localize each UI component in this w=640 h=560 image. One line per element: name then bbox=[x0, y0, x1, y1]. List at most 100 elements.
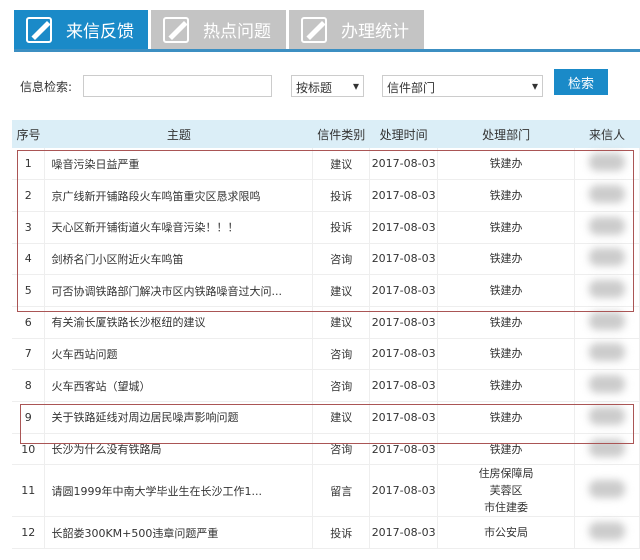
row-subject-link[interactable]: 可否协调铁路部门解决市区内铁路噪音过大问... bbox=[44, 274, 314, 307]
row-date: 2017-08-03 bbox=[369, 464, 439, 518]
row-type: 建议 bbox=[312, 401, 371, 434]
row-number: 8 bbox=[12, 369, 46, 402]
edit-document-icon bbox=[301, 16, 327, 43]
dropdown-arrow-icon: ▾ bbox=[531, 79, 538, 93]
tab-statistics[interactable]: 办理统计 bbox=[289, 10, 424, 49]
row-department: 铁建办 bbox=[437, 306, 575, 339]
row-number: 4 bbox=[12, 243, 46, 276]
table-row[interactable]: 3 天心区新开铺街道火车噪音污染！！！ 投诉 2017-08-03 铁建办 bbox=[12, 211, 640, 244]
row-sender bbox=[574, 274, 640, 307]
table-row[interactable]: 11 请圆1999年中南大学毕业生在长沙工作1... 留言 2017-08-03 住房保… bbox=[12, 464, 640, 518]
row-date: 2017-08-03 bbox=[369, 369, 439, 402]
row-sender bbox=[574, 338, 640, 371]
row-subject-link[interactable]: 噪音污染日益严重 bbox=[44, 148, 314, 181]
column-header: 处理部门 bbox=[437, 120, 575, 148]
row-sender bbox=[574, 369, 640, 402]
redacted-sender bbox=[589, 216, 625, 235]
row-type: 咨询 bbox=[312, 369, 371, 402]
column-header: 处理时间 bbox=[369, 120, 438, 148]
row-date: 2017-08-03 bbox=[369, 148, 439, 181]
tab-hot-issues[interactable]: 热点问题 bbox=[151, 10, 286, 49]
row-subject-link[interactable]: 天心区新开铺街道火车噪音污染！！！ bbox=[44, 211, 314, 244]
row-type: 投诉 bbox=[312, 211, 371, 244]
letters-table: 序号 主题 信件类别 处理时间 处理部门 来信人 1 噪音污染日益严重 建议 2017-08-0… bbox=[12, 120, 640, 550]
row-department: 铁建办 bbox=[437, 211, 575, 244]
row-department: 铁建办 bbox=[437, 148, 575, 181]
row-type: 投诉 bbox=[312, 516, 371, 550]
row-date: 2017-08-03 bbox=[369, 243, 439, 276]
row-department: 铁建办 bbox=[437, 433, 575, 466]
row-sender bbox=[574, 306, 640, 339]
row-type: 咨询 bbox=[312, 338, 371, 371]
redacted-sender bbox=[589, 153, 625, 172]
redacted-sender bbox=[589, 343, 625, 362]
row-subject-link[interactable]: 有关渝长厦铁路长沙枢纽的建议 bbox=[44, 306, 314, 339]
row-subject-link[interactable]: 火车西客站（望城） bbox=[44, 369, 314, 402]
row-subject-link[interactable]: 请圆1999年中南大学毕业生在长沙工作1... bbox=[44, 464, 314, 518]
redacted-sender bbox=[589, 438, 625, 457]
row-number: 12 bbox=[12, 516, 46, 550]
table-row[interactable]: 6 有关渝长厦铁路长沙枢纽的建议 建议 2017-08-03 铁建办 bbox=[12, 306, 640, 339]
row-date: 2017-08-03 bbox=[369, 179, 439, 212]
row-subject-link[interactable]: 长韶娄300KM+500违章问题严重 bbox=[44, 516, 314, 550]
row-department: 铁建办 bbox=[437, 338, 575, 371]
column-header: 序号 bbox=[12, 120, 45, 148]
row-date: 2017-08-03 bbox=[369, 211, 439, 244]
search-input[interactable] bbox=[83, 75, 272, 97]
row-subject-link[interactable]: 剑桥名门小区附近火车鸣笛 bbox=[44, 243, 314, 276]
row-department: 铁建办 bbox=[437, 179, 575, 212]
redacted-sender bbox=[589, 522, 625, 541]
dropdown-arrow-icon: ▾ bbox=[352, 79, 359, 93]
row-date: 2017-08-03 bbox=[369, 516, 439, 550]
row-subject-link[interactable]: 火车西站问题 bbox=[44, 338, 314, 371]
row-number: 7 bbox=[12, 338, 46, 371]
table-row[interactable]: 5 可否协调铁路部门解决市区内铁路噪音过大问... 建议 2017-08-03 铁建办 bbox=[12, 274, 640, 307]
row-subject-link[interactable]: 京广线新开铺路段火车鸣笛重灾区恳求限鸣 bbox=[44, 179, 314, 212]
row-number: 9 bbox=[12, 401, 46, 434]
row-sender bbox=[574, 243, 640, 276]
row-number: 2 bbox=[12, 179, 46, 212]
row-date: 2017-08-03 bbox=[369, 433, 439, 466]
table-row[interactable]: 7 火车西站问题 咨询 2017-08-03 铁建办 bbox=[12, 338, 640, 371]
table-row[interactable]: 12 长韶娄300KM+500违章问题严重 投诉 2017-08-03 市公安局 bbox=[12, 516, 640, 550]
edit-document-icon bbox=[26, 16, 52, 43]
row-date: 2017-08-03 bbox=[369, 306, 439, 339]
row-type: 咨询 bbox=[312, 243, 371, 276]
row-department: 铁建办 bbox=[437, 243, 575, 276]
row-type: 投诉 bbox=[312, 179, 371, 212]
row-sender bbox=[574, 464, 640, 518]
table-row[interactable]: 1 噪音污染日益严重 建议 2017-08-03 铁建办 bbox=[12, 148, 640, 181]
search-label: 信息检索: bbox=[20, 80, 73, 94]
department-select[interactable]: 信件部门 ▾ bbox=[382, 75, 543, 97]
row-department: 铁建办 bbox=[437, 274, 575, 307]
search-button[interactable]: 检索 bbox=[554, 69, 608, 95]
table-row[interactable]: 4 剑桥名门小区附近火车鸣笛 咨询 2017-08-03 铁建办 bbox=[12, 243, 640, 276]
row-sender bbox=[574, 516, 640, 550]
column-header: 来信人 bbox=[574, 120, 640, 148]
row-type: 咨询 bbox=[312, 433, 371, 466]
row-number: 10 bbox=[12, 433, 46, 466]
table-row[interactable]: 10 长沙为什么没有铁路局 咨询 2017-08-03 铁建办 bbox=[12, 433, 640, 466]
row-sender bbox=[574, 211, 640, 244]
row-type: 留言 bbox=[312, 464, 371, 518]
table-row[interactable]: 9 关于铁路延线对周边居民噪声影响问题 建议 2017-08-03 铁建办 bbox=[12, 401, 640, 434]
redacted-sender bbox=[589, 311, 625, 330]
row-number: 5 bbox=[12, 274, 46, 307]
table-row[interactable]: 2 京广线新开铺路段火车鸣笛重灾区恳求限鸣 投诉 2017-08-03 铁建办 bbox=[12, 179, 640, 212]
row-subject-link[interactable]: 长沙为什么没有铁路局 bbox=[44, 433, 314, 466]
redacted-sender bbox=[589, 280, 625, 299]
tab-letter-feedback[interactable]: 来信反馈 bbox=[14, 10, 148, 49]
row-subject-link[interactable]: 关于铁路延线对周边居民噪声影响问题 bbox=[44, 401, 314, 434]
row-date: 2017-08-03 bbox=[369, 401, 439, 434]
column-header: 主题 bbox=[44, 120, 313, 148]
table-row[interactable]: 8 火车西客站（望城） 咨询 2017-08-03 铁建办 bbox=[12, 369, 640, 402]
column-header: 信件类别 bbox=[312, 120, 370, 148]
redacted-sender bbox=[589, 185, 625, 204]
row-number: 1 bbox=[12, 148, 46, 181]
row-number: 11 bbox=[12, 464, 46, 518]
row-type: 建议 bbox=[312, 148, 371, 181]
row-number: 6 bbox=[12, 306, 46, 339]
redacted-sender bbox=[589, 406, 625, 425]
search-mode-select[interactable]: 按标题 ▾ bbox=[291, 75, 364, 97]
redacted-sender bbox=[589, 375, 625, 394]
